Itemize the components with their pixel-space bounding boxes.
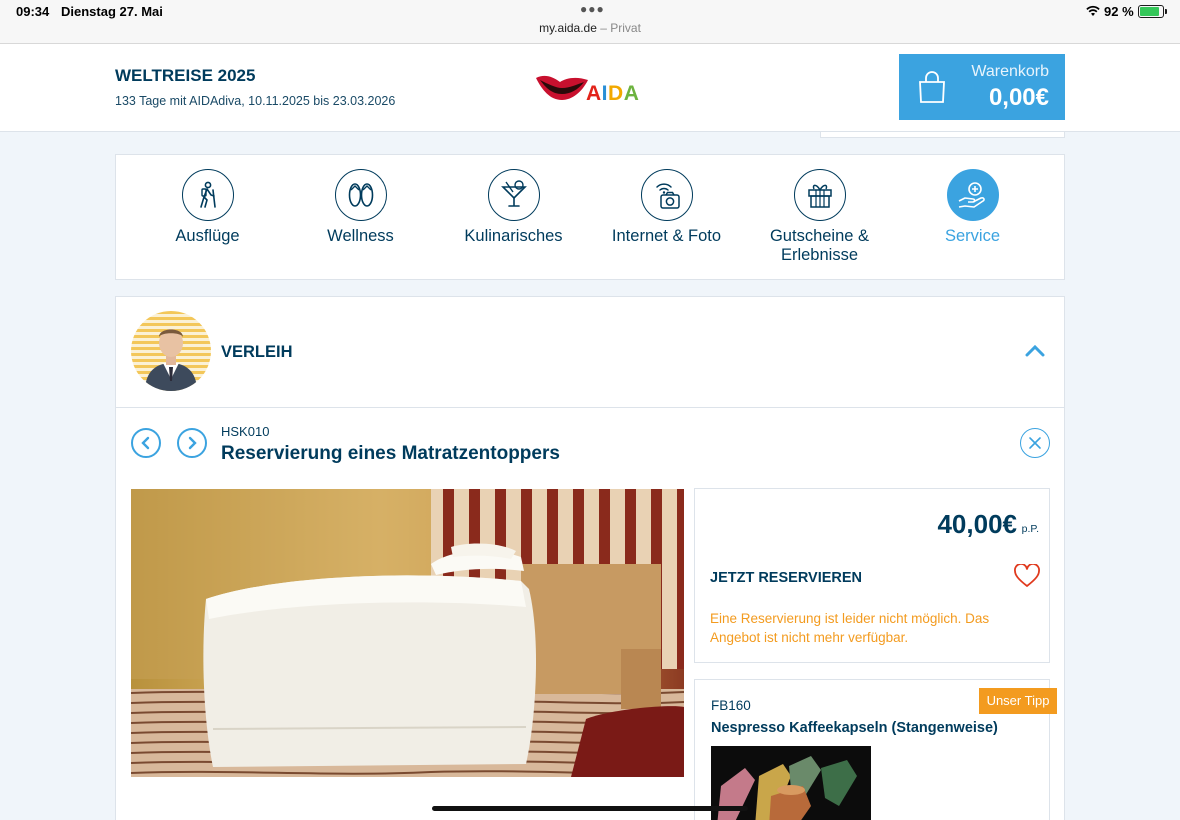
aida-lips-icon — [536, 75, 588, 100]
product-title: Reservierung eines Matratzentoppers — [221, 443, 560, 464]
tip-card[interactable]: Unser Tipp FB160 Nespresso Kaffeekapseln… — [694, 679, 1057, 820]
category-nav: Ausflüge Wellness Kulinarisches Internet… — [115, 154, 1065, 280]
site-header: WELTREISE 2025 133 Tage mit AIDAdiva, 10… — [0, 44, 1180, 132]
shopping-bag-icon — [919, 71, 945, 103]
service-panel: VERLEIH HSK010 Reservierung eines Matrat… — [115, 296, 1065, 820]
unavailable-notice: Eine Reservierung ist leider nicht mögli… — [710, 611, 990, 645]
cart-amount: 0,00€ — [988, 84, 1049, 111]
category-label: Ausflüge — [175, 227, 240, 245]
home-indicator — [432, 806, 748, 811]
service-hand-icon — [946, 169, 999, 221]
cocktail-icon — [487, 169, 540, 221]
battery-percent: 92 % — [1104, 4, 1134, 19]
battery-icon — [1138, 5, 1164, 18]
close-icon — [1029, 437, 1041, 449]
status-date: Dienstag 27. Mai — [61, 4, 163, 19]
battery-fill — [1140, 7, 1159, 16]
staff-avatar — [131, 311, 211, 391]
tip-badge: Unser Tipp — [979, 688, 1057, 714]
product-code: HSK010 — [221, 424, 270, 439]
price-unit: p.P. — [1021, 523, 1039, 535]
tab-dots-icon[interactable]: ●●● — [580, 2, 605, 16]
category-label: Gutscheine & Erlebnisse — [769, 227, 870, 264]
category-internet-foto[interactable]: Internet & Foto — [590, 169, 743, 246]
trip-subtitle: 133 Tage mit AIDAdiva, 10.11.2025 bis 23… — [115, 94, 396, 108]
category-label: Internet & Foto — [611, 227, 722, 245]
url-text: my.aida.de — [539, 21, 597, 35]
category-ausfluege[interactable]: Ausflüge — [131, 169, 284, 246]
trip-title: WELTREISE 2025 — [115, 66, 256, 85]
private-mode-label: – Privat — [600, 21, 641, 35]
booking-box: 40,00€ p.P. JETZT RESERVIEREN Eine Reser… — [694, 488, 1050, 663]
wifi-icon — [1086, 5, 1100, 16]
flip-flops-icon — [334, 169, 387, 221]
section-divider — [116, 407, 1064, 408]
status-time: 09:34 — [16, 4, 50, 19]
hiker-icon — [181, 169, 234, 221]
wifi-camera-icon — [640, 169, 693, 221]
category-gutscheine[interactable]: Gutscheine & Erlebnisse — [743, 169, 896, 265]
address-bar[interactable]: my.aida.de – Privat — [0, 21, 1180, 35]
heart-icon[interactable] — [1014, 564, 1040, 588]
product-image — [131, 489, 684, 777]
category-kulinarisches[interactable]: Kulinarisches — [437, 169, 590, 246]
next-button[interactable] — [177, 428, 207, 458]
tip-code: FB160 — [711, 698, 751, 713]
chevron-right-icon — [188, 436, 197, 450]
previous-button[interactable] — [131, 428, 161, 458]
logo-text: AIDA — [586, 82, 640, 105]
category-label: Wellness — [327, 227, 394, 245]
gift-icon — [793, 169, 846, 221]
cart-button[interactable]: Warenkorb 0,00€ — [899, 54, 1065, 120]
reserve-label: JETZT RESERVIEREN — [710, 570, 863, 586]
cart-dropdown-edge — [820, 132, 1065, 138]
aida-logo[interactable]: AIDA — [534, 70, 646, 110]
category-label: Kulinarisches — [464, 227, 563, 245]
product-price: 40,00€ — [937, 509, 1017, 539]
chevron-up-icon[interactable] — [1024, 343, 1046, 357]
category-wellness[interactable]: Wellness — [284, 169, 437, 246]
chevron-left-icon — [141, 436, 150, 450]
status-bar: 09:34 Dienstag 27. Mai ●●● my.aida.de – … — [0, 0, 1180, 44]
category-label: Service — [944, 227, 1001, 245]
battery-tip — [1165, 9, 1167, 14]
section-title: VERLEIH — [221, 343, 293, 361]
close-button[interactable] — [1020, 428, 1050, 458]
category-service[interactable]: Service — [896, 169, 1049, 246]
cart-label: Warenkorb — [971, 63, 1049, 80]
tip-title: Nespresso Kaffeekapseln (Stangenweise) — [711, 720, 998, 736]
